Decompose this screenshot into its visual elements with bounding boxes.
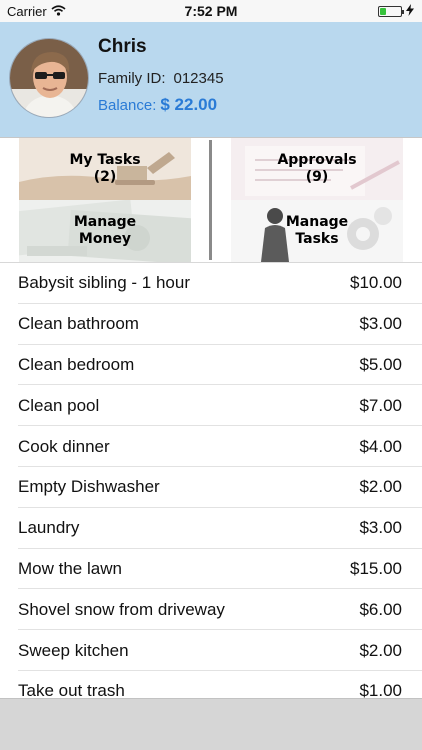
family-id-row: Family ID: 012345 [98,70,224,87]
battery-level [380,8,386,15]
battery-icon [378,6,404,17]
manage-tasks-button[interactable]: Manage Tasks [231,200,403,262]
task-row[interactable]: Cook dinner $4.00 [0,426,422,467]
task-row[interactable]: Sweep kitchen $2.00 [0,630,422,671]
avatar[interactable] [9,38,89,118]
bottom-toolbar [0,698,422,750]
manage-money-label: Manage Money [73,214,137,247]
family-id-label: Family ID: [98,70,166,87]
profile-header: Chris Family ID: 012345 Balance: $ 22.00 [0,22,422,138]
task-amount: $10.00 [350,273,402,293]
balance-label: Balance: [98,97,157,114]
balance-value: $ 22.00 [160,95,218,114]
family-id-value: 012345 [173,70,224,87]
task-amount: $3.00 [359,314,402,334]
task-amount: $6.00 [359,599,402,619]
task-row[interactable]: Empty Dishwasher $2.00 [0,467,422,508]
task-row[interactable]: Mow the lawn $15.00 [0,549,422,590]
task-name: Mow the lawn [18,558,122,578]
user-name: Chris [98,36,147,57]
task-name: Sweep kitchen [18,640,129,660]
task-amount: $1.00 [359,681,402,698]
task-row[interactable]: Shovel snow from driveway $6.00 [0,589,422,630]
status-bar: Carrier 7:52 PM [0,0,422,22]
tile-divider [209,140,212,260]
task-name: Clean bedroom [18,354,135,374]
task-row[interactable]: Clean bedroom $5.00 [0,345,422,386]
manage-tasks-label: Manage Tasks [285,214,349,247]
task-name: Clean bathroom [18,314,139,334]
task-row[interactable]: Babysit sibling - 1 hour $10.00 [0,263,422,304]
task-amount: $2.00 [359,640,402,660]
task-amount: $2.00 [359,477,402,497]
task-name: Empty Dishwasher [18,477,160,497]
charging-icon [406,4,414,19]
approvals-button[interactable]: Approvals (9) [231,138,403,200]
manage-money-button[interactable]: Manage Money [19,200,191,262]
task-name: Babysit sibling - 1 hour [18,273,190,293]
approvals-label: Approvals (9) [277,152,357,185]
task-name: Shovel snow from driveway [18,599,225,619]
task-row[interactable]: Clean pool $7.00 [0,385,422,426]
task-row[interactable]: Laundry $3.00 [0,508,422,549]
task-name: Take out trash [18,681,125,698]
task-amount: $15.00 [350,558,402,578]
status-time: 7:52 PM [184,3,238,19]
task-row[interactable]: Clean bathroom $3.00 [0,304,422,345]
task-name: Cook dinner [18,436,110,456]
balance-row: Balance: $ 22.00 [98,95,217,115]
task-list[interactable]: Babysit sibling - 1 hour $10.00 Clean bat… [0,262,422,698]
task-amount: $3.00 [359,518,402,538]
my-tasks-label: My Tasks (2) [69,152,141,185]
status-right [378,4,414,19]
task-name: Clean pool [18,395,100,415]
task-amount: $5.00 [359,354,402,374]
task-name: Laundry [18,518,80,538]
task-amount: $4.00 [359,436,402,456]
menu-tiles: My Tasks (2) Approvals (9) Manage Money [0,138,422,262]
task-row[interactable]: Take out trash $1.00 [0,671,422,698]
task-amount: $7.00 [359,395,402,415]
my-tasks-button[interactable]: My Tasks (2) [19,138,191,200]
